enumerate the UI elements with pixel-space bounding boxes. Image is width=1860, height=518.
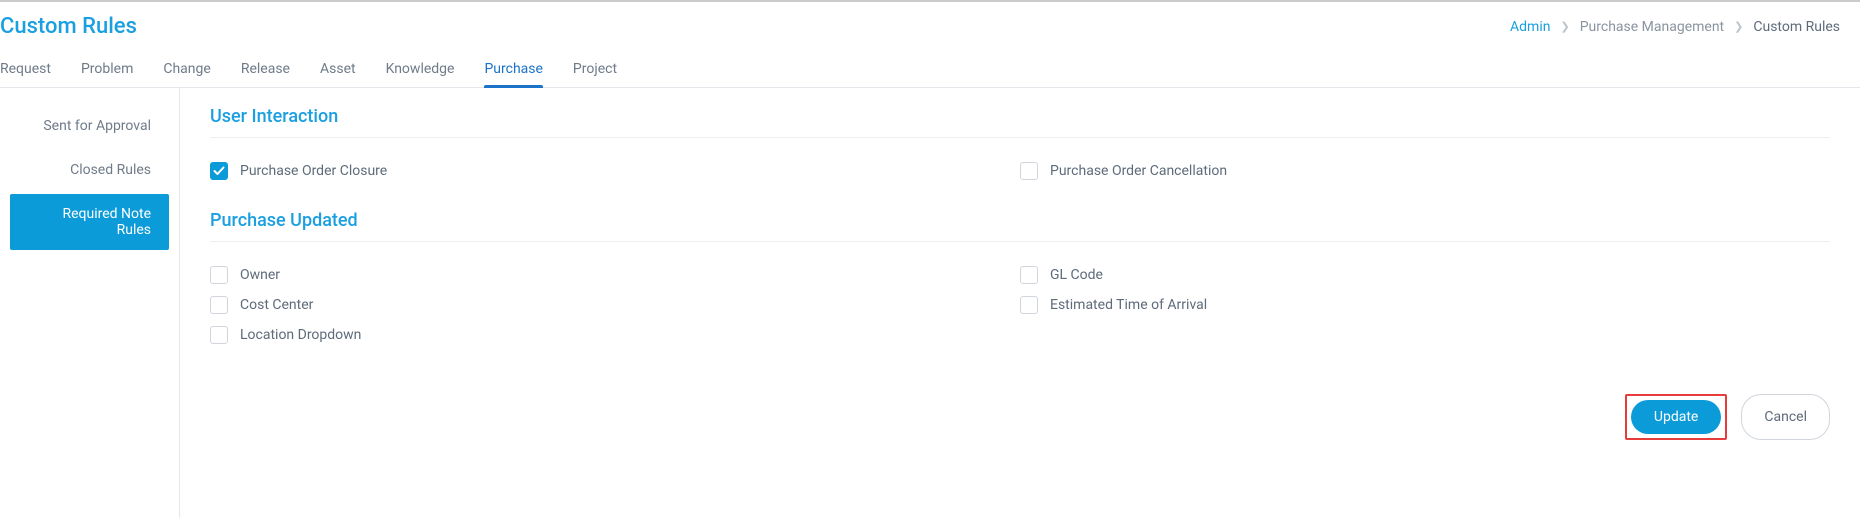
checkbox-group: Purchase Order Closure Purchase Order Can… [210, 156, 1830, 186]
sidebar-item-sent-for-approval[interactable]: Sent for Approval [10, 106, 169, 146]
checkbox-label: Cost Center [240, 297, 313, 313]
update-button[interactable]: Update [1631, 400, 1721, 434]
actions-bar: Update Cancel [210, 374, 1830, 440]
breadcrumb-item: Custom Rules [1753, 19, 1840, 35]
checkbox[interactable] [210, 266, 228, 284]
checkbox-label: GL Code [1050, 267, 1103, 283]
tab-purchase[interactable]: Purchase [484, 55, 542, 87]
sidebar-item-required-note-rules[interactable]: Required Note Rules [10, 194, 169, 250]
section-title: Purchase Updated [210, 210, 1830, 231]
checkbox-item[interactable]: Cost Center [210, 290, 1020, 320]
checkbox-label: Purchase Order Closure [240, 163, 387, 179]
breadcrumb-item: Purchase Management [1580, 19, 1724, 35]
checkbox-item[interactable]: Purchase Order Cancellation [1020, 156, 1830, 186]
checkbox-label: Estimated Time of Arrival [1050, 297, 1207, 313]
page-title: Custom Rules [0, 14, 137, 39]
tab-problem[interactable]: Problem [81, 55, 133, 87]
tabs: Request Problem Change Release Asset Knowledg… [0, 47, 1860, 88]
checkbox-item[interactable]: Owner [210, 260, 1020, 290]
checkbox[interactable] [1020, 162, 1038, 180]
checkbox-label: Purchase Order Cancellation [1050, 163, 1227, 179]
checkbox-item[interactable]: Estimated Time of Arrival [1020, 290, 1830, 320]
checkbox-label: Location Dropdown [240, 327, 361, 343]
tab-request[interactable]: Request [0, 55, 51, 87]
main-content: User InteractionPurchase Order ClosurePu… [180, 88, 1860, 518]
section-title: User Interaction [210, 106, 1830, 127]
checkbox-item[interactable]: Purchase Order Closure [210, 156, 1020, 186]
chevron-right-icon: ❯ [1734, 20, 1743, 33]
breadcrumb-item[interactable]: Admin [1510, 19, 1550, 35]
tab-change[interactable]: Change [163, 55, 210, 87]
checkbox-item[interactable]: Location Dropdown [210, 320, 1020, 350]
tab-release[interactable]: Release [241, 55, 290, 87]
tab-asset[interactable]: Asset [320, 55, 356, 87]
checkbox-label: Owner [240, 267, 280, 283]
cancel-button[interactable]: Cancel [1741, 394, 1830, 440]
sidebar-item-closed-rules[interactable]: Closed Rules [10, 150, 169, 190]
checkbox[interactable] [210, 296, 228, 314]
divider [210, 241, 1830, 242]
tab-knowledge[interactable]: Knowledge [386, 55, 455, 87]
checkbox[interactable] [1020, 296, 1038, 314]
checkbox-item[interactable]: GL Code [1020, 260, 1830, 290]
checkbox[interactable] [210, 326, 228, 344]
tab-project[interactable]: Project [573, 55, 617, 87]
sidebar: Sent for ApprovalClosed RulesRequired No… [0, 88, 180, 518]
checkbox[interactable] [1020, 266, 1038, 284]
chevron-right-icon: ❯ [1560, 20, 1569, 33]
checkbox[interactable] [210, 162, 228, 180]
divider [210, 137, 1830, 138]
breadcrumb: Admin ❯ Purchase Management ❯ Custom Rules [1510, 19, 1840, 35]
highlight-annotation: Update [1625, 394, 1727, 440]
checkbox-group: Owner GL Code Cost Center Estimated Time of… [210, 260, 1830, 350]
